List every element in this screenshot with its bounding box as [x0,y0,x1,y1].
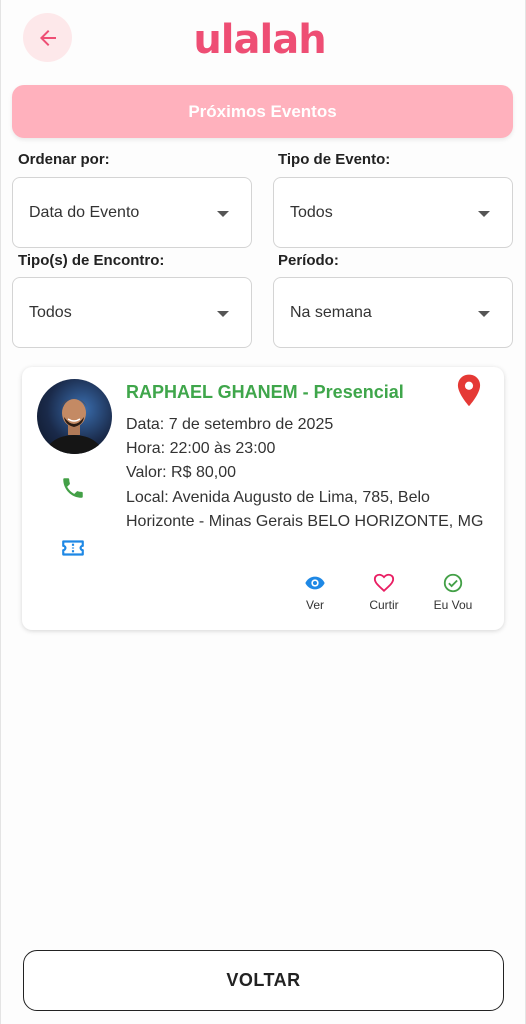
chevron-down-icon [478,211,490,217]
voltar-button[interactable]: VOLTAR [23,950,504,1011]
back-button[interactable] [23,13,72,62]
tipo-evento-value: Todos [290,203,333,221]
chevron-down-icon [217,211,229,217]
tipo-encontro-select[interactable]: Todos [12,277,252,348]
curtir-button[interactable]: Curtir [354,572,414,612]
chevron-down-icon [217,311,229,317]
event-time: Hora: 22:00 às 23:00 [126,440,276,457]
ticket-icon[interactable] [60,535,86,561]
location-pin-icon[interactable] [455,373,483,409]
arrow-left-icon [39,29,56,46]
event-price: Valor: R$ 80,00 [126,464,236,481]
app-logo: ulalah [193,17,326,63]
event-local: Local: Avenida Augusto de Lima, 785, Bel… [126,489,484,530]
event-title[interactable]: RAPHAEL GHANEM - Presencial [126,382,404,403]
avatar [37,379,112,454]
periodo-value: Na semana [290,303,372,321]
periodo-label: Período: [278,252,339,269]
eu-vou-button[interactable]: Eu Vou [423,572,483,612]
curtir-label: Curtir [369,598,399,612]
page-title-bar: Próximos Eventos [12,85,513,138]
eye-icon [305,576,325,590]
chevron-down-icon [478,311,490,317]
event-date: Data: 7 de setembro de 2025 [126,416,334,433]
ordenar-label: Ordenar por: [18,151,110,168]
tipo-evento-label: Tipo de Evento: [278,151,391,168]
tipo-evento-select[interactable]: Todos [273,177,513,248]
ver-label: Ver [305,598,324,612]
heart-icon [373,573,395,593]
ver-button[interactable]: Ver [285,572,345,612]
phone-icon[interactable] [60,475,86,501]
eu-vou-label: Eu Vou [433,598,473,612]
check-circle-icon [443,573,463,593]
ordenar-value: Data do Evento [29,203,140,221]
tipo-encontro-label: Tipo(s) de Encontro: [18,252,165,269]
event-card[interactable]: RAPHAEL GHANEM - Presencial Data: 7 de s… [22,367,504,630]
ordenar-select[interactable]: Data do Evento [12,177,252,248]
tipo-encontro-value: Todos [29,303,72,321]
periodo-select[interactable]: Na semana [273,277,513,348]
